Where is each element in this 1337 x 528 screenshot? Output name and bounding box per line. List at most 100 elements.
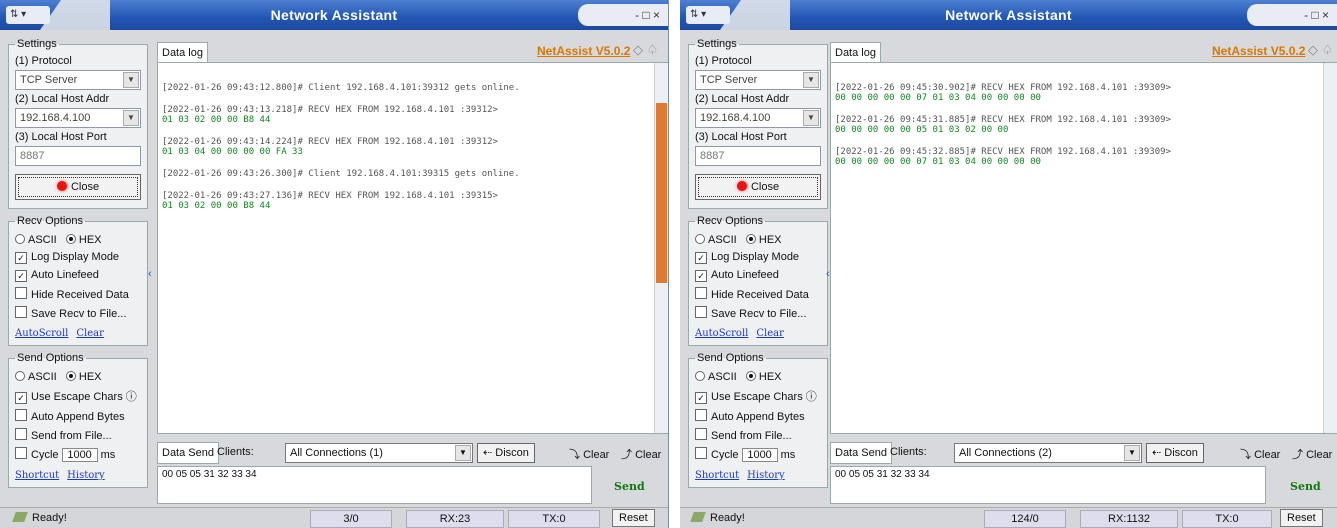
checkbox-icon[interactable] bbox=[15, 409, 27, 421]
data-send-tab[interactable]: Data Send bbox=[157, 442, 219, 464]
title-bar[interactable]: ⇅ ▾ Network Assistant - □ × bbox=[0, 0, 668, 30]
recv-hex-radio[interactable] bbox=[745, 234, 756, 244]
port-input[interactable]: 8887 bbox=[15, 146, 141, 166]
clear-send-button[interactable]: ⤴ Clear bbox=[621, 446, 661, 462]
auto-linefeed-option[interactable]: ✓ Auto Linefeed bbox=[695, 269, 821, 282]
data-log-tab[interactable]: Data log bbox=[830, 42, 881, 64]
data-log-area[interactable]: [2022-01-26 09:43:12.800]# Client 192.16… bbox=[157, 62, 668, 434]
send-button[interactable]: Send bbox=[614, 480, 645, 493]
close-button[interactable]: Close bbox=[695, 174, 821, 200]
checkbox-checked-icon[interactable]: ✓ bbox=[695, 270, 707, 282]
connections-value: All Connections (2) bbox=[959, 447, 1052, 459]
checkbox-icon[interactable] bbox=[15, 428, 27, 440]
cycle-input[interactable]: 1000 bbox=[741, 448, 778, 462]
checkbox-icon[interactable] bbox=[695, 409, 707, 421]
save-recv-option[interactable]: Save Recv to File... bbox=[15, 306, 141, 320]
clear-send-button[interactable]: ⤴ Clear bbox=[1292, 446, 1332, 462]
chevron-down-icon[interactable]: ▼ bbox=[123, 110, 139, 126]
escape-option[interactable]: ✓ Use Escape Chars ⓘ bbox=[15, 388, 141, 404]
checkbox-icon[interactable] bbox=[695, 287, 707, 299]
autoscroll-link[interactable]: AutoScroll bbox=[15, 328, 68, 339]
send-hex-radio[interactable] bbox=[65, 371, 76, 381]
hide-received-option[interactable]: Hide Received Data bbox=[15, 287, 141, 301]
escape-option[interactable]: ✓ Use Escape Chars ⓘ bbox=[695, 388, 821, 404]
host-select[interactable]: 192.168.4.100 ▼ bbox=[15, 108, 141, 128]
reset-button[interactable]: Reset bbox=[612, 509, 655, 527]
send-button[interactable]: Send bbox=[1290, 480, 1321, 493]
scrollbar-thumb[interactable] bbox=[656, 103, 667, 283]
checkbox-checked-icon[interactable]: ✓ bbox=[695, 252, 707, 264]
window-controls[interactable]: - □ × bbox=[1247, 4, 1337, 26]
recv-ascii-radio[interactable] bbox=[695, 234, 705, 244]
brand-link[interactable]: NetAssist V5.0.2 bbox=[537, 44, 630, 58]
shortcut-link[interactable]: Shortcut bbox=[15, 470, 59, 481]
checkbox-icon[interactable] bbox=[15, 306, 27, 318]
reset-button[interactable]: Reset bbox=[1280, 509, 1323, 527]
clear-log-button[interactable]: ⤵ Clear bbox=[569, 446, 609, 462]
history-link[interactable]: History bbox=[67, 470, 105, 481]
collapse-arrow-icon[interactable]: ‹ bbox=[148, 268, 152, 280]
from-file-option[interactable]: Send from File... bbox=[15, 428, 141, 442]
host-select[interactable]: 192.168.4.100 ▼ bbox=[695, 108, 821, 128]
protocol-select[interactable]: TCP Server ▼ bbox=[15, 70, 141, 90]
clear-log-button[interactable]: ⤵ Clear bbox=[1240, 446, 1280, 462]
cycle-input[interactable]: 1000 bbox=[61, 448, 98, 462]
info-icon[interactable]: ⓘ bbox=[806, 391, 817, 403]
cycle-option: Cycle 1000 ms bbox=[15, 447, 141, 462]
chevron-down-icon[interactable]: ▼ bbox=[803, 110, 819, 126]
connections-select[interactable]: All Connections (1) ▼ bbox=[285, 443, 473, 463]
checkbox-icon[interactable] bbox=[695, 428, 707, 440]
send-ascii-radio[interactable] bbox=[695, 371, 705, 381]
connections-select[interactable]: All Connections (2) ▼ bbox=[954, 443, 1142, 463]
info-icon[interactable]: ⓘ bbox=[126, 391, 137, 403]
shortcut-link[interactable]: Shortcut bbox=[695, 470, 739, 481]
chevron-down-icon[interactable]: ▼ bbox=[455, 445, 471, 461]
autoscroll-link[interactable]: AutoScroll bbox=[695, 328, 748, 339]
chevron-down-icon[interactable]: ▼ bbox=[123, 72, 139, 88]
chevron-down-icon[interactable]: ▼ bbox=[803, 72, 819, 88]
checkbox-icon[interactable] bbox=[695, 447, 707, 459]
checkbox-checked-icon[interactable]: ✓ bbox=[15, 270, 27, 282]
close-button[interactable]: Close bbox=[15, 174, 141, 200]
checkbox-checked-icon[interactable]: ✓ bbox=[15, 392, 27, 404]
log-display-option[interactable]: ✓ Log Display Mode bbox=[695, 251, 821, 264]
auto-linefeed-option[interactable]: ✓ Auto Linefeed bbox=[15, 269, 141, 282]
brand-link[interactable]: NetAssist V5.0.2 bbox=[1212, 44, 1305, 58]
log-display-option[interactable]: ✓ Log Display Mode bbox=[15, 251, 141, 264]
send-ascii-radio[interactable] bbox=[15, 371, 25, 381]
hide-received-option[interactable]: Hide Received Data bbox=[695, 287, 821, 301]
disconnect-button[interactable]: ⇠ Discon bbox=[1146, 443, 1204, 463]
recv-hex-radio[interactable] bbox=[65, 234, 76, 244]
chevron-down-icon[interactable]: ▼ bbox=[1124, 445, 1140, 461]
data-log-area[interactable]: [2022-01-26 09:45:30.902]# RECV HEX FROM… bbox=[830, 62, 1337, 434]
clear-link[interactable]: Clear bbox=[756, 328, 784, 339]
recv-ascii-radio[interactable] bbox=[15, 234, 25, 244]
log-scrollbar[interactable] bbox=[654, 63, 668, 433]
append-option[interactable]: Auto Append Bytes bbox=[15, 409, 141, 423]
checkbox-icon[interactable] bbox=[695, 306, 707, 318]
protocol-select[interactable]: TCP Server ▼ bbox=[695, 70, 821, 90]
diamond-icon[interactable]: ◇ ♤ bbox=[1308, 42, 1333, 58]
from-file-label: Send from File... bbox=[711, 430, 792, 442]
from-file-option[interactable]: Send from File... bbox=[695, 428, 821, 442]
send-legend: Send Options bbox=[697, 352, 764, 364]
history-link[interactable]: History bbox=[747, 470, 785, 481]
checkbox-checked-icon[interactable]: ✓ bbox=[15, 252, 27, 264]
send-input[interactable]: 00 05 05 31 32 33 34 bbox=[157, 466, 592, 504]
title-bar[interactable]: ⇅ ▾ Network Assistant - □ × bbox=[680, 0, 1337, 30]
diamond-icon[interactable]: ◇ ♤ bbox=[633, 42, 658, 58]
log-scrollbar[interactable] bbox=[1323, 63, 1337, 433]
checkbox-icon[interactable] bbox=[15, 287, 27, 299]
disconnect-button[interactable]: ⇠ Discon bbox=[477, 443, 535, 463]
append-option[interactable]: Auto Append Bytes bbox=[695, 409, 821, 423]
window-controls[interactable]: - □ × bbox=[578, 4, 668, 26]
port-input[interactable]: 8887 bbox=[695, 146, 821, 166]
send-input[interactable]: 00 05 05 31 32 33 34 bbox=[830, 466, 1266, 504]
send-hex-radio[interactable] bbox=[745, 371, 756, 381]
data-log-tab[interactable]: Data log bbox=[157, 42, 208, 64]
checkbox-icon[interactable] bbox=[15, 447, 27, 459]
save-recv-option[interactable]: Save Recv to File... bbox=[695, 306, 821, 320]
clear-link[interactable]: Clear bbox=[76, 328, 104, 339]
data-send-tab[interactable]: Data Send bbox=[830, 442, 892, 464]
checkbox-checked-icon[interactable]: ✓ bbox=[695, 392, 707, 404]
